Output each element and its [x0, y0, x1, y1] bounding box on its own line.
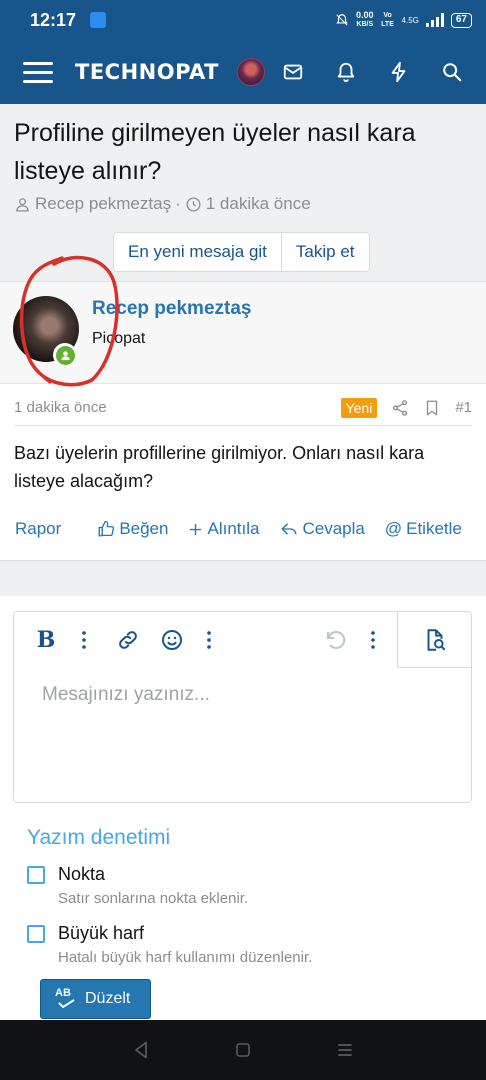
thread-meta: Recep pekmeztaş · 1 dakika önce — [14, 194, 311, 214]
post-body: Bazı üyelerin profillerine girilmiyor. O… — [14, 443, 425, 491]
share-icon[interactable] — [391, 399, 409, 417]
system-nav-bar — [0, 1020, 486, 1080]
post-username[interactable]: Recep pekmeztaş — [92, 298, 251, 320]
like-button[interactable]: Beğen — [97, 519, 168, 539]
preview-button[interactable] — [397, 612, 471, 668]
capitalization-description: Hatalı büyük harf kullanımı düzenlenir. — [58, 949, 313, 966]
more-insert-options-icon[interactable] — [195, 626, 223, 654]
thread-author[interactable]: Recep pekmeztaş — [35, 194, 171, 214]
reply-button[interactable]: Cevapla — [280, 519, 365, 539]
go-latest-button[interactable]: En yeni mesaja git — [114, 233, 281, 271]
bookmark-icon[interactable] — [423, 399, 441, 417]
capitalization-checkbox[interactable] — [27, 924, 45, 943]
tag-button[interactable]: @ Etiketle — [385, 519, 462, 539]
like-label: Beğen — [119, 519, 169, 538]
section-separator — [0, 560, 486, 596]
app-notification-icon — [90, 12, 107, 28]
signal-label: 4.5G — [401, 15, 419, 25]
post-actions: Rapor Beğen Alıntıla Cevapla @ Etiketle — [14, 514, 476, 544]
editor-toolbar: B — [14, 612, 471, 668]
user-avatar[interactable] — [237, 58, 265, 86]
post-user-block: Recep pekmeztaş Picopat — [0, 281, 486, 384]
net-speed: 0.00 KB/S — [356, 11, 374, 29]
new-badge: Yeni — [340, 397, 378, 418]
post-attribution: 1 dakika önce Yeni #1 — [14, 390, 472, 426]
page-title: Profiline girilmeyen üyeler nasıl kara l… — [14, 119, 416, 185]
home-icon[interactable] — [231, 1038, 255, 1062]
user-title: Picopat — [92, 330, 146, 347]
menu-icon[interactable] — [23, 61, 53, 83]
reply-label: Cevapla — [302, 519, 365, 538]
status-bar: 12:17 0.00 KB/S Vo LTE 4.5G 67 — [0, 0, 486, 40]
period-label: Nokta — [58, 864, 106, 884]
at-icon: @ — [384, 519, 403, 538]
spellcheck-icon-text: AB — [55, 987, 71, 999]
emoji-icon[interactable] — [158, 626, 186, 654]
online-status-badge — [53, 343, 77, 367]
status-time: 12:17 — [30, 9, 77, 30]
clock-icon — [186, 196, 201, 212]
net-speed-unit: KB/S — [356, 21, 374, 28]
user-icon — [16, 197, 29, 212]
signal-icon — [425, 13, 444, 27]
volte-label: Vo LTE — [381, 12, 394, 28]
report-label: Rapor — [15, 519, 62, 538]
battery-indicator: 67 — [450, 12, 472, 28]
option-capitalization[interactable]: Büyük harf — [27, 923, 144, 944]
capitalization-label: Büyük harf — [58, 923, 145, 943]
status-indicators: 0.00 KB/S Vo LTE 4.5G 67 — [335, 11, 472, 29]
bold-button[interactable]: B — [32, 626, 60, 654]
period-checkbox[interactable] — [27, 865, 45, 884]
quote-button[interactable]: Alıntıla — [188, 519, 259, 539]
post-number[interactable]: #1 — [455, 399, 472, 416]
quote-label: Alıntıla — [207, 519, 260, 538]
undo-icon[interactable] — [321, 626, 349, 654]
more-options-icon[interactable] — [359, 626, 387, 654]
fix-label: Düzelt — [85, 990, 131, 1007]
site-logo[interactable]: TECHNOPAT — [75, 60, 219, 84]
tag-label: Etiketle — [406, 519, 462, 538]
bolt-icon[interactable] — [372, 52, 425, 92]
thread-header: Profiline girilmeyen üyeler nasıl kara l… — [0, 104, 486, 281]
mail-icon[interactable] — [266, 52, 319, 92]
online-user-icon — [60, 350, 70, 360]
thumbs-up-icon — [98, 520, 115, 537]
spellcheck-title: Yazım denetimi — [27, 826, 171, 849]
bell-icon[interactable] — [319, 52, 372, 92]
search-icon[interactable] — [425, 52, 478, 92]
spellcheck-icon: AB — [55, 988, 77, 1010]
fix-button[interactable]: AB Düzelt — [40, 979, 151, 1019]
message-input[interactable]: Mesajınızı yazınız... — [42, 684, 210, 706]
net-speed-value: 0.00 — [356, 10, 374, 20]
preview-icon — [427, 628, 445, 651]
thread-time[interactable]: 1 dakika önce — [206, 194, 311, 214]
follow-button[interactable]: Takip et — [280, 233, 369, 271]
recents-icon[interactable] — [333, 1038, 357, 1062]
more-text-options-icon[interactable] — [70, 626, 98, 654]
reply-icon — [282, 523, 297, 535]
link-icon[interactable] — [114, 626, 142, 654]
message-editor: B Mesajınızı yazınız... — [13, 611, 472, 803]
meta-separator: · — [175, 194, 181, 213]
thread-button-group: En yeni mesaja git Takip et — [113, 232, 370, 272]
back-icon[interactable] — [129, 1038, 153, 1062]
period-description: Satır sonlarına nokta eklenir. — [58, 890, 249, 907]
option-period[interactable]: Nokta — [27, 864, 105, 885]
report-button[interactable]: Rapor — [15, 519, 61, 539]
plus-icon — [190, 523, 202, 535]
mute-bell-icon — [336, 14, 348, 26]
post-date[interactable]: 1 dakika önce — [14, 399, 107, 416]
app-header: TECHNOPAT — [0, 40, 486, 104]
